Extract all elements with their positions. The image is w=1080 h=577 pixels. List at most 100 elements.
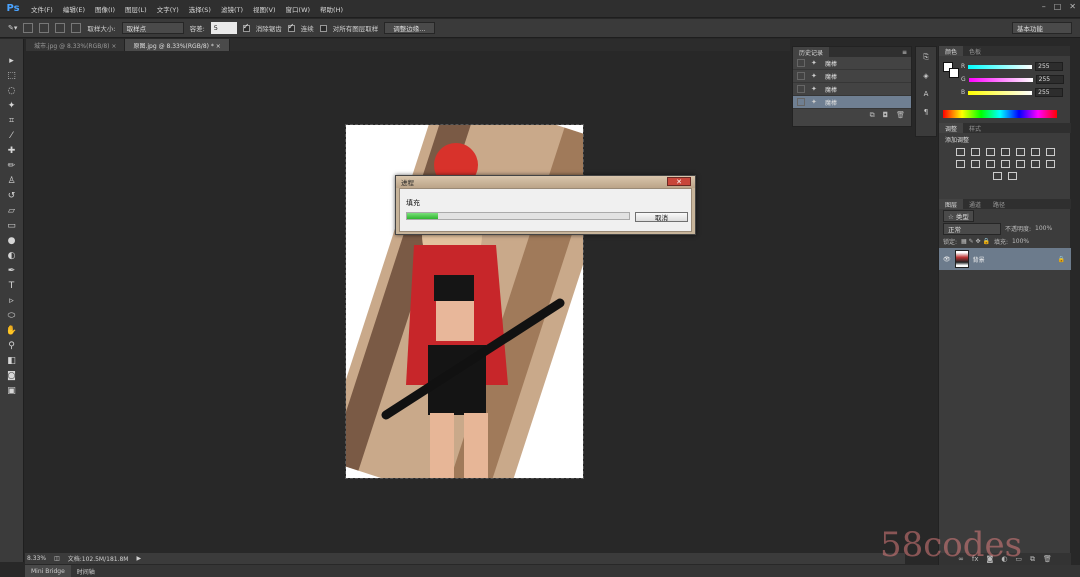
- all-layers-checkbox[interactable]: [319, 24, 327, 32]
- gradient-tool-icon[interactable]: ▭: [3, 220, 21, 233]
- channel-mixer-icon[interactable]: [985, 160, 995, 168]
- curves-icon[interactable]: [985, 148, 995, 156]
- tolerance-input[interactable]: 5: [210, 22, 237, 34]
- contiguous-checkbox[interactable]: [287, 22, 295, 32]
- red-value[interactable]: 255: [1035, 62, 1064, 71]
- color-spectrum[interactable]: [943, 110, 1057, 118]
- crop-tool-icon[interactable]: ⌗: [3, 115, 21, 128]
- black-white-icon[interactable]: [955, 160, 965, 168]
- new-document-icon[interactable]: ⧉: [870, 111, 875, 120]
- eyedropper-tool-icon[interactable]: ⁄: [3, 130, 21, 143]
- character-icon[interactable]: A: [924, 90, 929, 98]
- exposure-icon[interactable]: [1000, 148, 1010, 156]
- eye-icon[interactable]: 👁: [943, 256, 951, 263]
- snapshot-icon[interactable]: ◘: [883, 111, 889, 119]
- brush-tool-icon[interactable]: ✏: [3, 160, 21, 173]
- layer-name[interactable]: 背景: [973, 255, 985, 264]
- screen-mode-icon[interactable]: ▣: [3, 385, 21, 398]
- gradient-map-icon[interactable]: [993, 172, 1002, 180]
- tab-swatches[interactable]: 色板: [963, 46, 988, 56]
- vibrance-icon[interactable]: [1015, 148, 1025, 156]
- delete-layer-icon[interactable]: 🗑: [1043, 555, 1052, 563]
- posterize-icon[interactable]: [1030, 160, 1040, 168]
- stamp-tool-icon[interactable]: ♙: [3, 175, 21, 188]
- sample-size-select[interactable]: 取样点: [121, 22, 184, 34]
- lock-icon[interactable]: ▦ ✎ ✥ 🔒: [961, 238, 990, 245]
- snapshot-box[interactable]: [797, 59, 805, 67]
- subtract-selection-icon[interactable]: [55, 23, 66, 33]
- menu-filter[interactable]: 滤镜(T): [216, 4, 248, 14]
- maximize-icon[interactable]: □: [1054, 2, 1062, 11]
- new-selection-icon[interactable]: [23, 23, 34, 33]
- tab-paths[interactable]: 路径: [987, 199, 1012, 209]
- snapshot-box[interactable]: [797, 85, 805, 93]
- paragraph-icon[interactable]: ¶: [924, 108, 928, 116]
- blur-tool-icon[interactable]: ●: [3, 235, 21, 248]
- color-balance-icon[interactable]: [1045, 148, 1055, 156]
- history-brush-icon[interactable]: ↺: [3, 190, 21, 203]
- selective-color-icon[interactable]: [1008, 172, 1017, 180]
- zoom-level[interactable]: 8.33%: [27, 555, 46, 562]
- color-swatches-icon[interactable]: ◧: [3, 355, 21, 368]
- history-item[interactable]: ✦ 魔棒: [793, 70, 911, 83]
- quick-mask-icon[interactable]: ◙: [3, 370, 21, 383]
- snapshot-box[interactable]: [797, 72, 805, 80]
- add-selection-icon[interactable]: [39, 23, 50, 33]
- menu-edit[interactable]: 编辑(E): [58, 4, 90, 14]
- lasso-tool-icon[interactable]: ◌: [3, 85, 21, 98]
- tab-timeline[interactable]: 时间轴: [71, 565, 101, 577]
- move-tool-icon[interactable]: ▸: [3, 55, 21, 68]
- history-item[interactable]: ✦ 魔棒: [793, 57, 911, 70]
- type-tool-icon[interactable]: T: [3, 280, 21, 293]
- layer-item-background[interactable]: 👁 背景 🔒: [939, 248, 1071, 270]
- tab-history[interactable]: 历史记录: [793, 47, 830, 57]
- menu-type[interactable]: 文字(Y): [152, 4, 184, 14]
- menu-image[interactable]: 图像(I): [90, 4, 120, 14]
- dodge-tool-icon[interactable]: ◐: [3, 250, 21, 263]
- menu-layer[interactable]: 图层(L): [120, 4, 152, 14]
- close-icon[interactable]: ✕: [1069, 2, 1076, 11]
- menu-select[interactable]: 选择(S): [184, 4, 216, 14]
- history-panel-icon[interactable]: ⎘: [923, 53, 929, 62]
- menu-window[interactable]: 窗口(W): [281, 4, 316, 14]
- shape-tool-icon[interactable]: ⬭: [3, 310, 21, 323]
- tab-document-2[interactable]: 原图.jpg @ 8.33%(RGB/8) * ×: [125, 39, 230, 51]
- panel-menu-icon[interactable]: ≡: [902, 49, 911, 56]
- red-slider[interactable]: [968, 64, 1033, 69]
- history-item[interactable]: ✦ 魔棒: [793, 83, 911, 96]
- tab-channels[interactable]: 通道: [963, 199, 988, 209]
- properties-icon[interactable]: ◈: [923, 72, 928, 80]
- status-icon[interactable]: ◫: [54, 555, 60, 562]
- hand-tool-icon[interactable]: ✋: [3, 325, 21, 338]
- history-item-selected[interactable]: ✦ 魔棒: [793, 96, 911, 109]
- minimize-icon[interactable]: –: [1042, 2, 1046, 11]
- intersect-selection-icon[interactable]: [71, 23, 82, 33]
- fill-value[interactable]: 100%: [1012, 238, 1029, 245]
- tab-document-1[interactable]: 城市.jpg @ 8.33%(RGB/8) ×: [26, 39, 126, 51]
- blue-value[interactable]: 255: [1035, 88, 1064, 97]
- blend-mode-select[interactable]: 正常: [943, 222, 1001, 235]
- green-slider[interactable]: [968, 77, 1033, 82]
- blue-slider[interactable]: [968, 90, 1033, 95]
- green-value[interactable]: 255: [1035, 75, 1064, 84]
- layer-kind-select[interactable]: ☆ 类型: [943, 209, 974, 222]
- eraser-tool-icon[interactable]: ▱: [3, 205, 21, 218]
- levels-icon[interactable]: [970, 148, 980, 156]
- magic-wand-tool-icon[interactable]: ✦: [3, 100, 21, 113]
- tab-layers[interactable]: 图层: [939, 199, 964, 209]
- threshold-icon[interactable]: [1045, 160, 1055, 168]
- menu-view[interactable]: 视图(V): [248, 4, 281, 14]
- close-icon[interactable]: ✕: [667, 177, 691, 186]
- healing-tool-icon[interactable]: ✚: [3, 145, 21, 158]
- tab-styles[interactable]: 样式: [963, 123, 988, 133]
- new-layer-icon[interactable]: ⧉: [1030, 555, 1035, 564]
- hue-saturation-icon[interactable]: [1030, 148, 1040, 156]
- tab-mini-bridge[interactable]: Mini Bridge: [25, 565, 71, 577]
- photo-filter-icon[interactable]: [970, 160, 980, 168]
- trash-icon[interactable]: 🗑: [896, 111, 905, 119]
- antialias-checkbox[interactable]: [242, 22, 250, 32]
- status-menu-arrow-icon[interactable]: ▶: [137, 555, 142, 562]
- snapshot-box[interactable]: [797, 98, 805, 106]
- pen-tool-icon[interactable]: ✒: [3, 265, 21, 278]
- brightness-icon[interactable]: [955, 148, 965, 156]
